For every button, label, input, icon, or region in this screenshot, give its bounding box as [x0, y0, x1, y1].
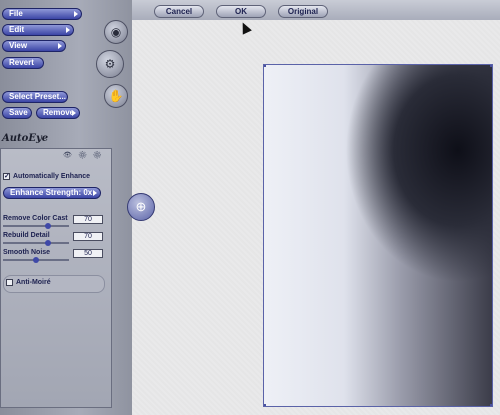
anti-moire-group: Anti-Moiré [3, 275, 105, 293]
select-preset-label: Select Preset... [9, 92, 66, 101]
chevron-right-icon [72, 110, 76, 116]
preview-image[interactable] [263, 64, 493, 407]
slider-knob[interactable] [33, 257, 39, 263]
anti-moire-row[interactable]: Anti-Moiré [6, 279, 51, 286]
hand-icon[interactable]: ✋ [104, 84, 128, 108]
save-label: Save [9, 108, 28, 117]
chevron-right-icon [58, 43, 62, 49]
corner-handle[interactable] [264, 404, 266, 406]
rebuild-detail-value[interactable]: 70 [73, 232, 103, 241]
corner-handle[interactable] [490, 65, 492, 67]
revert-button[interactable]: Revert [2, 57, 44, 69]
slider-track[interactable] [3, 225, 69, 227]
ok-button[interactable]: OK [216, 5, 266, 18]
chevron-right-icon [74, 11, 78, 17]
gear-icon[interactable]: ⚙ [96, 50, 124, 78]
revert-label: Revert [9, 58, 34, 67]
auto-enhance-checkbox[interactable]: ✓ [3, 173, 10, 180]
view-menu-label: View [9, 41, 28, 50]
edit-menu-button[interactable]: Edit [2, 24, 74, 36]
rebuild-detail-slider[interactable]: Rebuild Detail 70 [3, 232, 109, 246]
crosshair-icon[interactable]: ⊕ [127, 193, 155, 221]
top-action-bar: Cancel OK Original [132, 0, 500, 21]
remove-color-cast-label: Remove Color Cast [3, 215, 68, 222]
chevron-right-icon [93, 190, 97, 196]
original-button[interactable]: Original [278, 5, 328, 18]
remove-preset-button[interactable]: Remove [36, 107, 80, 119]
view-menu-button[interactable]: View [2, 40, 66, 52]
slider-track[interactable] [3, 242, 69, 244]
navigator-icon[interactable]: ◉ [104, 20, 128, 44]
remove-label: Remove [43, 108, 75, 117]
cancel-button[interactable]: Cancel [154, 5, 204, 18]
anti-moire-checkbox[interactable] [6, 279, 13, 286]
smooth-noise-slider[interactable]: Smooth Noise 50 [3, 249, 109, 263]
enhance-strength-label: Enhance Strength: 0x [10, 188, 93, 197]
smooth-noise-value[interactable]: 50 [73, 249, 103, 258]
auto-enhance-row[interactable]: ✓ Automatically Enhance [3, 173, 90, 180]
chevron-right-icon [66, 27, 70, 33]
corner-handle[interactable] [264, 65, 266, 67]
slider-knob[interactable] [45, 240, 51, 246]
smooth-noise-label: Smooth Noise [3, 249, 51, 256]
panel-title: AutoEye [2, 133, 49, 144]
edit-menu-label: Edit [9, 25, 25, 34]
slider-knob[interactable] [45, 223, 51, 229]
rebuild-detail-label: Rebuild Detail [3, 232, 50, 239]
left-panel: File Edit View Revert ◉ ⚙ ✋ Select Prese… [0, 0, 132, 415]
save-preset-button[interactable]: Save [2, 107, 32, 119]
corner-handle[interactable] [490, 404, 492, 406]
view-options-icons[interactable]: 👁 ⚙ ⚙ [63, 151, 104, 159]
file-menu-button[interactable]: File [2, 8, 82, 20]
file-menu-label: File [9, 9, 23, 18]
select-preset-button[interactable]: Select Preset... [2, 91, 68, 103]
autoeye-panel: 👁 ⚙ ⚙ ✓ Automatically Enhance Enhance St… [0, 148, 112, 408]
remove-color-cast-slider[interactable]: Remove Color Cast 70 [3, 215, 109, 229]
auto-enhance-label: Automatically Enhance [13, 173, 91, 180]
anti-moire-label: Anti-Moiré [16, 279, 51, 286]
remove-color-cast-value[interactable]: 70 [73, 215, 103, 224]
enhance-strength-dropdown[interactable]: Enhance Strength: 0x [3, 187, 101, 199]
